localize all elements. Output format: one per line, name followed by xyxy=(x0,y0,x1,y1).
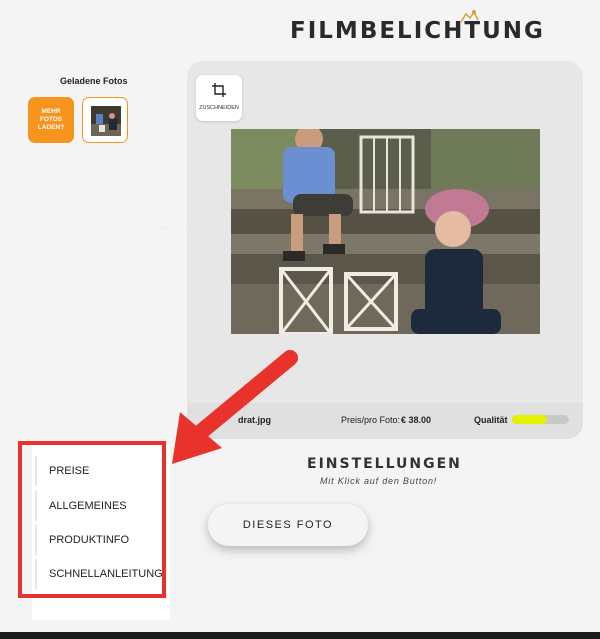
photo-thumbnail[interactable] xyxy=(82,97,128,143)
more-button-line: FOTOS xyxy=(39,116,63,123)
thumbnail-image xyxy=(91,106,121,136)
load-more-photos-button[interactable]: MEHR FOTOS LADEN? xyxy=(28,97,74,143)
quality-meter xyxy=(512,415,569,424)
this-photo-button[interactable]: DIESES FOTO xyxy=(208,504,368,546)
price-label: Preis/pro Foto: xyxy=(341,415,401,425)
quality-label: Qualität xyxy=(474,415,508,425)
loaded-photos-title: Geladene Fotos xyxy=(60,76,128,86)
quality-meter-fill xyxy=(512,415,548,424)
crop-icon xyxy=(212,83,226,97)
faint-overlay-text: · · · · · · xyxy=(160,224,188,233)
price-value: € 38.00 xyxy=(401,415,432,425)
menu-highlight-frame xyxy=(18,441,166,598)
settings-title: EINSTELLUNGEN xyxy=(307,456,462,472)
film-camera-logo-icon xyxy=(460,10,479,23)
bottom-edge-bar xyxy=(0,632,600,639)
more-button-line: MEHR xyxy=(41,108,61,115)
more-button-line: LADEN? xyxy=(37,124,65,131)
preview-photo xyxy=(231,129,540,334)
brand-title: FILMBELICHTUNG xyxy=(290,18,545,44)
settings-subtitle: Mit Klick auf den Button! xyxy=(320,476,438,486)
crop-label: ZUSCHNEIDEN xyxy=(199,105,239,111)
red-arrow-annotation xyxy=(172,350,298,464)
crop-button[interactable]: ZUSCHNEIDEN xyxy=(196,75,242,121)
